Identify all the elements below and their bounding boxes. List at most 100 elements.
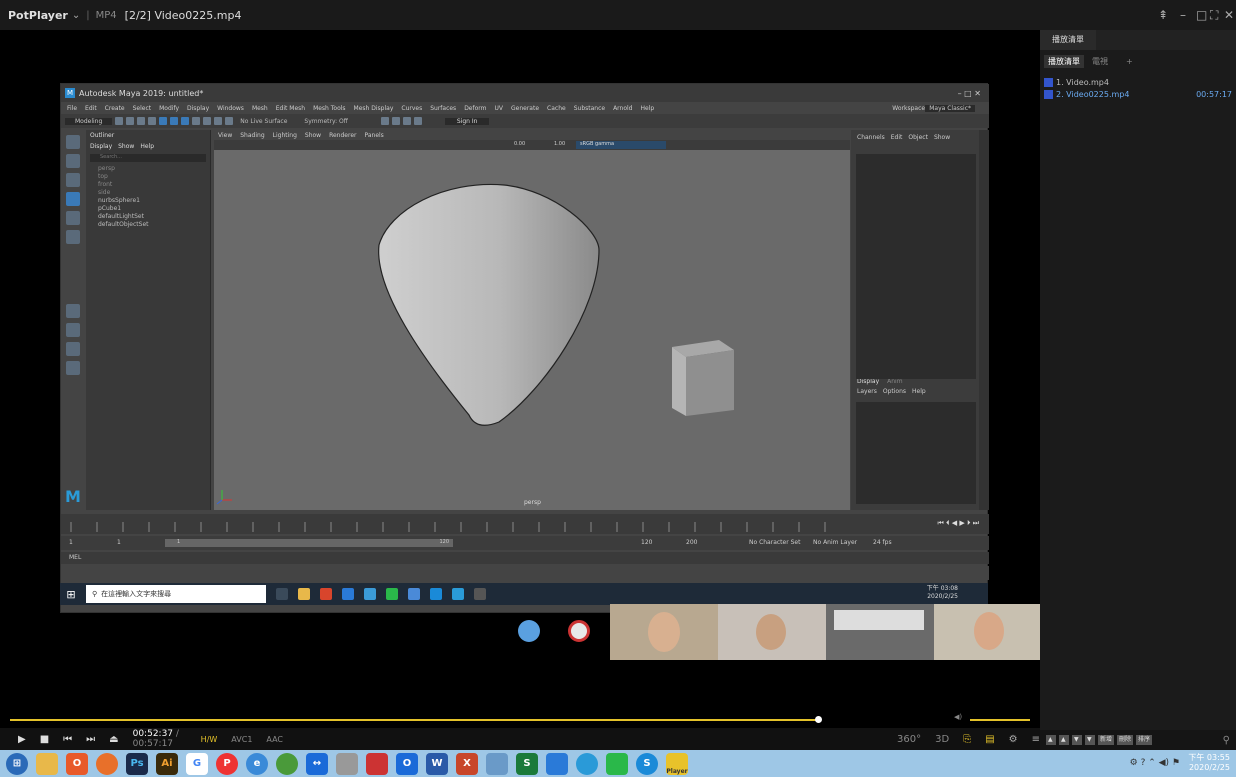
maximize-icon[interactable]: □: [1196, 8, 1207, 22]
add-button[interactable]: 新增: [1098, 735, 1115, 745]
zoom-icon[interactable]: [546, 752, 568, 775]
outliner-item: defaultObjectSet: [98, 221, 149, 228]
seek-bar[interactable]: ◀): [10, 713, 1030, 724]
app-name[interactable]: PotPlayer: [8, 9, 68, 22]
photoshop-icon[interactable]: Ps: [126, 752, 148, 775]
taskbar-clock[interactable]: 下午 03:55 2020/2/25: [1188, 753, 1230, 773]
subtab-tv[interactable]: 電視: [1092, 56, 1108, 67]
potplayer-icon[interactable]: Player: [666, 752, 688, 775]
explorer-icon[interactable]: [36, 752, 58, 775]
maya-menu-item: Curves: [401, 104, 423, 112]
fullscreen-icon[interactable]: ⛶: [1210, 8, 1218, 23]
sort-button[interactable]: 排序: [1136, 735, 1153, 745]
select-tool-icon: [66, 135, 80, 149]
ie-icon[interactable]: e: [246, 752, 268, 775]
system-tray-icons[interactable]: ⚙ ? ⌃ ◀) ⚑: [1130, 758, 1180, 768]
tab-playlist[interactable]: 播放清單: [1040, 30, 1096, 50]
playlist-subtabs: 播放清單 電視 +: [1040, 52, 1236, 70]
range-slider: 1 1 1 120 120 200 No Character Set No An…: [61, 536, 989, 550]
search-icon[interactable]: ⚲: [1223, 735, 1230, 746]
display-tab: Display: [857, 378, 880, 385]
app-icon[interactable]: [336, 752, 358, 775]
playlist-item[interactable]: 2. Video0225.mp4 00:57:17: [1044, 88, 1234, 100]
office-icon[interactable]: O: [66, 752, 88, 775]
add-tab-button[interactable]: +: [1126, 57, 1133, 66]
symmetry-label: Symmetry: Off: [304, 117, 348, 125]
outliner-menu-item: Help: [140, 143, 155, 150]
close-icon[interactable]: ✕: [1224, 8, 1234, 22]
viewport-value-2: 1.00: [554, 141, 566, 147]
outliner-item: front: [98, 181, 113, 188]
delete-button[interactable]: 刪除: [1117, 735, 1134, 745]
3d-icon[interactable]: 3D: [935, 734, 949, 745]
player-controls: ▶ ■ ⏮ ⏭ ⏏ 00:52:37 / 00:57:17 H/W AVC1 A…: [0, 728, 1040, 750]
maya-menu-item: Windows: [217, 104, 244, 112]
subtab-playlist[interactable]: 播放清單: [1044, 54, 1084, 68]
eject-icon[interactable]: ⏏: [109, 734, 118, 745]
move-up-icon[interactable]: ▲: [1046, 735, 1056, 745]
shelf-icon: [126, 117, 135, 125]
line-icon[interactable]: [606, 752, 628, 775]
webcam-tile: [934, 604, 1042, 660]
stop-icon[interactable]: ■: [40, 734, 49, 745]
capture-icon[interactable]: ⎘: [963, 734, 971, 745]
sign-in-button: Sign In: [444, 117, 490, 125]
file-title: [2/2] Video0225.mp4: [124, 8, 242, 22]
hw-decoder-badge[interactable]: H/W: [201, 735, 218, 744]
playlist-item[interactable]: 1. Video.mp4: [1044, 76, 1234, 88]
maya-menu-item: Arnold: [613, 104, 633, 112]
menu-icon[interactable]: ≡: [1032, 734, 1040, 745]
chevron-down-icon[interactable]: ⌄: [72, 10, 80, 21]
maya-menu-item: Cache: [547, 104, 566, 112]
seek-handle[interactable]: [815, 716, 822, 723]
webcam-strip: [500, 604, 1042, 660]
teamviewer-icon[interactable]: ↔: [306, 752, 328, 775]
color-space-select: sRGB gamma: [576, 141, 666, 149]
move-top-icon[interactable]: ▲: [1059, 735, 1069, 745]
word-icon[interactable]: W: [426, 752, 448, 775]
pinterest-icon[interactable]: P: [216, 752, 238, 775]
maya-m-logo-icon: M: [65, 487, 81, 506]
vr-icon[interactable]: 360°: [897, 734, 921, 745]
time-display: 00:52:37 / 00:57:17: [133, 729, 187, 749]
outlook-icon[interactable]: O: [396, 752, 418, 775]
layout-icon: [66, 304, 80, 318]
previous-icon[interactable]: ⏮: [63, 734, 72, 745]
move-down-icon[interactable]: ▼: [1072, 735, 1082, 745]
minimize-icon[interactable]: –: [1180, 8, 1186, 22]
chrome-icon: [320, 588, 332, 600]
app-icon[interactable]: [486, 752, 508, 775]
excel-icon[interactable]: S: [516, 752, 538, 775]
move-bottom-icon[interactable]: ▼: [1085, 735, 1095, 745]
windows-start-icon: ⊞: [66, 587, 76, 601]
channel-menu-item: Object: [908, 134, 928, 141]
google-icon[interactable]: G: [186, 752, 208, 775]
maya-icon: [452, 588, 464, 600]
inner-search-placeholder: 在這裡輸入文字來搜尋: [101, 590, 172, 598]
time-separator: /: [175, 729, 179, 739]
app-icon: [408, 588, 420, 600]
next-icon[interactable]: ⏭: [86, 734, 95, 745]
volume-bar[interactable]: [970, 719, 1030, 721]
viewport-menubar: View Shading Lighting Show Renderer Pane…: [214, 130, 850, 140]
app-icon[interactable]: [366, 752, 388, 775]
telegram-icon[interactable]: [576, 752, 598, 775]
range-bar: 1 120: [165, 539, 453, 547]
illustrator-icon[interactable]: Ai: [156, 752, 178, 775]
shelf-icon: [170, 117, 179, 125]
maya-menu-item: Substance: [573, 104, 606, 112]
range-current: 1: [117, 539, 121, 546]
windows-start-icon[interactable]: ⊞: [6, 752, 28, 775]
play-icon[interactable]: ▶: [18, 734, 26, 745]
avatar: [568, 620, 590, 642]
powerpoint-icon[interactable]: X: [456, 752, 478, 775]
pin-icon[interactable]: ⇞: [1158, 8, 1168, 22]
gear-icon[interactable]: ⚙: [1009, 734, 1018, 745]
playlist-icon[interactable]: ▤: [985, 734, 994, 745]
layout-icon: [66, 323, 80, 337]
maya-logo-icon: M: [65, 88, 75, 98]
inner-search-box: ⚲ 在這裡輸入文字來搜尋: [86, 585, 266, 603]
skype-icon[interactable]: S: [636, 752, 658, 775]
chrome-icon[interactable]: [276, 752, 298, 775]
firefox-icon[interactable]: [96, 752, 118, 775]
